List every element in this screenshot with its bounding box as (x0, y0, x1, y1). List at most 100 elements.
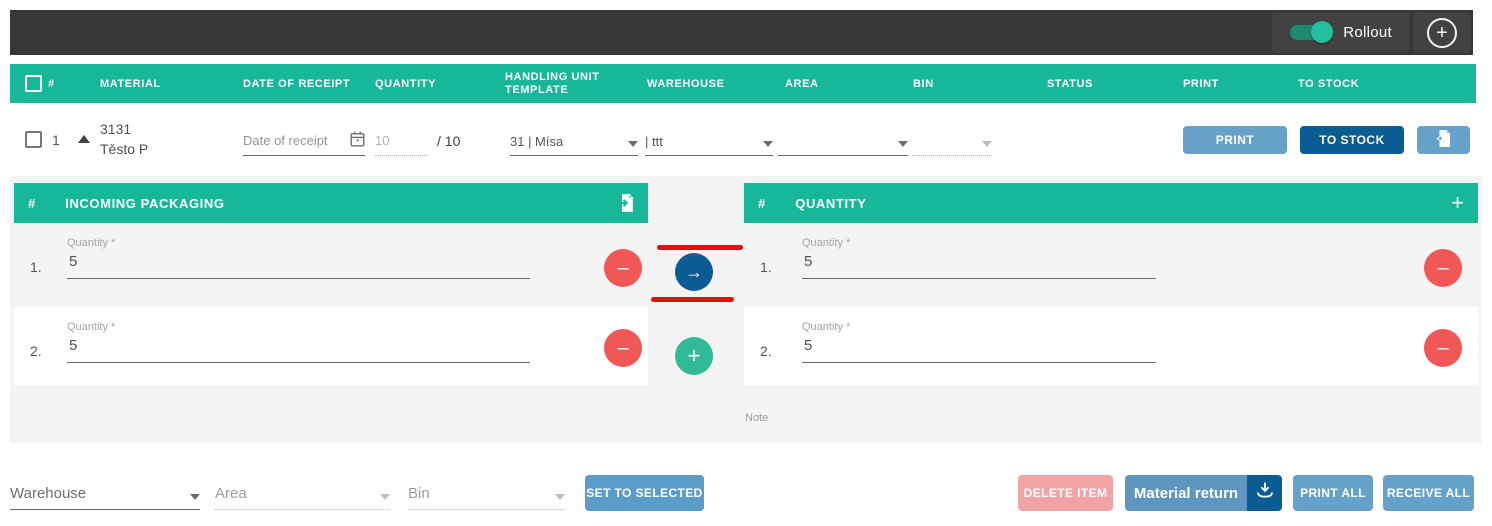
material-code: 3131 (100, 119, 148, 139)
receive-all-label: RECEIVE ALL (1387, 486, 1470, 500)
quantity-label: Quantity * (67, 321, 115, 333)
delete-item-label: DELETE ITEM (1024, 486, 1108, 500)
to-stock-button-label: TO STOCK (1319, 133, 1385, 147)
received-quantity-input (375, 127, 427, 152)
incoming-row-1: 1. Quantity * – (14, 223, 648, 303)
download-icon (1256, 482, 1274, 504)
remove-row-button[interactable]: – (1424, 249, 1462, 287)
row-checkbox[interactable] (25, 131, 42, 148)
col-date: DATE OF RECEIPT (243, 64, 350, 103)
remove-row-button[interactable]: – (604, 329, 642, 367)
quantity-panel-header: # QUANTITY + (744, 183, 1478, 223)
set-to-selected-button[interactable]: SET TO SELECTED (585, 475, 704, 511)
chevron-down-icon (380, 494, 390, 500)
table-header: # MATERIAL DATE OF RECEIPT QUANTITY HAND… (10, 64, 1476, 103)
bulk-bin-select: Bin (408, 472, 565, 510)
received-quantity-field (375, 127, 427, 156)
bulk-bin-label: Bin (408, 485, 430, 502)
transfer-arrow-button[interactable]: → (675, 253, 713, 291)
row-index: 1. (30, 259, 42, 275)
remove-row-button[interactable]: – (1424, 329, 1462, 367)
col-area: AREA (785, 64, 819, 103)
material-return-label: Material return (1134, 485, 1238, 502)
handling-unit-template-select[interactable]: 31 | Mísa (510, 127, 638, 156)
col-to-stock: TO STOCK (1298, 64, 1359, 103)
document-button[interactable] (1417, 126, 1470, 154)
bulk-area-label: Area (215, 485, 247, 502)
warehouse-value: | ttt (645, 134, 663, 149)
bulk-warehouse-select[interactable]: Warehouse (10, 472, 200, 510)
remove-row-button[interactable]: – (604, 249, 642, 287)
document-arrow-icon (616, 193, 634, 213)
date-of-receipt-field (243, 127, 365, 156)
panel-num-header: # (758, 196, 765, 211)
col-print: PRINT (1183, 64, 1219, 103)
minus-icon: – (1437, 257, 1448, 280)
quantity-input[interactable] (802, 337, 1156, 363)
row-index: 2. (30, 343, 42, 359)
print-all-label: PRINT ALL (1300, 486, 1366, 500)
chevron-down-icon (982, 141, 992, 147)
bulk-warehouse-label: Warehouse (10, 485, 86, 502)
quantity-label: Quantity * (802, 321, 850, 333)
copy-packaging-button[interactable] (616, 193, 634, 213)
quantity-input[interactable] (67, 253, 530, 279)
annotation-line-bottom (651, 297, 734, 302)
row-index: 1. (760, 259, 772, 275)
select-all-checkbox[interactable] (25, 75, 42, 92)
material-cell: 3131 Těsto P (100, 119, 148, 159)
to-stock-button[interactable]: TO STOCK (1300, 126, 1404, 154)
quantity-panel-title: QUANTITY (795, 196, 866, 211)
minus-icon: – (1437, 337, 1448, 360)
chevron-down-icon (628, 141, 638, 147)
note-label: Note (745, 412, 768, 424)
plus-circle-icon: + (1427, 18, 1457, 48)
delete-item-button[interactable]: DELETE ITEM (1018, 475, 1113, 511)
detail-section: # INCOMING PACKAGING 1. Quantity * – 2. … (10, 176, 1482, 443)
set-to-selected-label: SET TO SELECTED (586, 486, 702, 500)
incoming-row-2: 2. Quantity * – (14, 307, 648, 385)
document-icon (1436, 129, 1451, 151)
area-select[interactable] (778, 127, 908, 156)
panel-num-header: # (28, 196, 35, 211)
quantity-input[interactable] (67, 337, 530, 363)
col-num: # (48, 64, 55, 103)
table-row: 1 3131 Těsto P / 10 31 | Mísa (10, 103, 1476, 176)
col-status: STATUS (1047, 64, 1093, 103)
add-packaging-row-button[interactable]: + (675, 337, 713, 375)
rollout-section: Rollout (1272, 12, 1410, 53)
incoming-packaging-title: INCOMING PACKAGING (65, 196, 224, 211)
bulk-area-select: Area (215, 472, 390, 510)
row-number: 1 (52, 132, 60, 148)
calendar-icon[interactable] (350, 131, 365, 152)
minus-icon: – (617, 337, 628, 360)
col-quantity: QUANTITY (375, 64, 436, 103)
print-button-label: PRINT (1216, 133, 1255, 147)
material-return-button[interactable]: Material return (1125, 475, 1247, 511)
receive-all-button[interactable]: RECEIVE ALL (1383, 475, 1474, 511)
material-return-group: Material return (1125, 475, 1282, 511)
chevron-down-icon (190, 494, 200, 500)
toggle-knob-icon (1311, 21, 1333, 43)
collapse-caret-icon[interactable] (78, 135, 90, 143)
print-all-button[interactable]: PRINT ALL (1293, 475, 1373, 511)
annotation-line-top (657, 245, 743, 250)
chevron-down-icon (898, 141, 908, 147)
add-item-button[interactable]: + (1413, 12, 1471, 53)
incoming-packaging-header: # INCOMING PACKAGING (14, 183, 648, 223)
quantity-total: / 10 (437, 133, 460, 149)
quantity-input[interactable] (802, 253, 1156, 279)
quantity-row-1: 1. Quantity * – (744, 223, 1478, 303)
material-return-download-button[interactable] (1247, 475, 1282, 511)
quantity-row-2: 2. Quantity * – (744, 307, 1478, 385)
chevron-down-icon (763, 141, 773, 147)
rollout-toggle[interactable] (1290, 25, 1330, 40)
col-material: MATERIAL (100, 64, 161, 103)
col-warehouse: WAREHOUSE (647, 64, 725, 103)
date-of-receipt-input[interactable] (243, 127, 365, 152)
material-name: Těsto P (100, 139, 148, 159)
row-index: 2. (760, 343, 772, 359)
warehouse-select[interactable]: | ttt (645, 127, 773, 156)
print-button[interactable]: PRINT (1183, 126, 1287, 154)
chevron-down-icon (555, 494, 565, 500)
